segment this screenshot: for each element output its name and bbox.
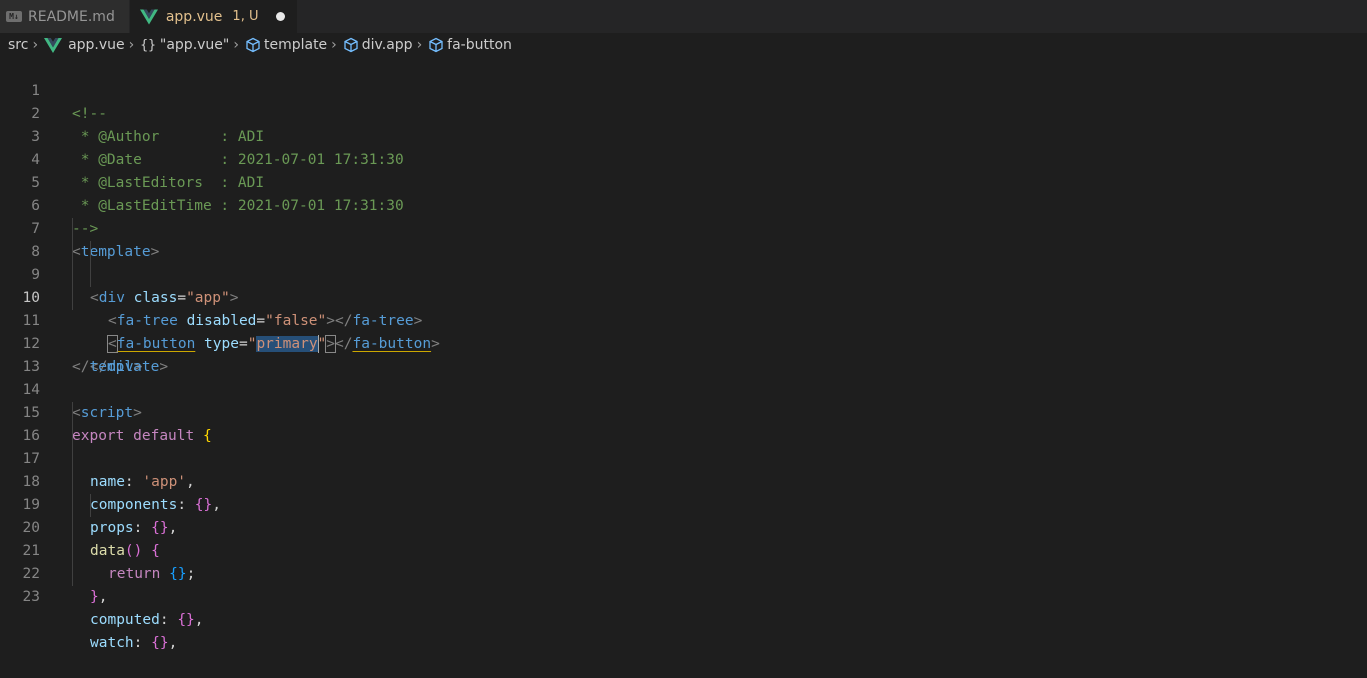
unsaved-dot-icon[interactable] [276, 12, 285, 21]
vue-icon [140, 9, 158, 25]
breadcrumb-item-module[interactable]: {} "app.vue" [140, 37, 229, 53]
tab-app-vue[interactable]: app.vue 1, U [130, 0, 299, 33]
brace-token: { [177, 612, 186, 628]
code-line[interactable]: 16 name: 'app', [0, 402, 1367, 425]
breadcrumb-label: div.app [362, 37, 413, 53]
code-line[interactable]: 23 watch: {}, [0, 563, 1367, 586]
breadcrumb-item-src[interactable]: src [8, 37, 28, 53]
property-token: watch [90, 635, 134, 651]
code-line[interactable]: 5 * @LastEditTime : 2021-07-01 17:31:30 [0, 149, 1367, 172]
breadcrumb-label: src [8, 37, 28, 53]
breadcrumb-label: fa-button [447, 37, 512, 53]
tab-label: README.md [28, 9, 115, 25]
breadcrumb-label: app.vue [68, 37, 125, 53]
code-line[interactable]: 17 components: {}, [0, 425, 1367, 448]
code-line[interactable]: 22 computed: {}, [0, 540, 1367, 563]
markdown-icon: M↓ [6, 11, 22, 22]
punctuation: : [134, 635, 143, 651]
cube-icon [428, 37, 444, 53]
code-line[interactable]: 12 </template> [0, 310, 1367, 333]
chevron-right-icon: › [331, 37, 337, 53]
punctuation: , [195, 612, 204, 628]
chevron-right-icon: › [129, 37, 135, 53]
breadcrumb-label: "app.vue" [160, 37, 229, 53]
code-line[interactable]: 20 return {}; [0, 494, 1367, 517]
chevron-right-icon: › [417, 37, 423, 53]
breadcrumb-item-file[interactable]: app.vue [44, 37, 125, 53]
tab-status: 1, U [232, 9, 258, 24]
breadcrumb-item-template[interactable]: template [245, 37, 327, 53]
vue-icon [44, 38, 62, 53]
braces-icon: {} [140, 38, 156, 53]
breadcrumb-label: template [264, 37, 327, 53]
code-line[interactable]: 13 [0, 333, 1367, 356]
editor-tab-bar: M↓ README.md app.vue 1, U [0, 0, 1367, 33]
code-line[interactable]: 18 props: {}, [0, 448, 1367, 471]
breadcrumb-item-fa-button[interactable]: fa-button [428, 37, 512, 53]
code-line[interactable]: 7 <template> [0, 195, 1367, 218]
brace-token: } [186, 612, 195, 628]
property-token: computed [90, 612, 160, 628]
code-line[interactable]: 1 <!-- [0, 57, 1367, 80]
code-line[interactable]: 6 --> [0, 172, 1367, 195]
code-line[interactable]: 19 data() { [0, 471, 1367, 494]
code-line[interactable]: 3 * @Date : 2021-07-01 17:31:30 [0, 103, 1367, 126]
cube-icon [245, 37, 261, 53]
brace-token: } [90, 589, 99, 605]
punctuation: , [169, 635, 178, 651]
code-editor[interactable]: 1 <!-- 2 * @Author : ADI 3 * @Date : 202… [0, 57, 1367, 589]
chevron-right-icon: › [233, 37, 239, 53]
code-line[interactable]: 14 <script> [0, 356, 1367, 379]
cube-icon [343, 37, 359, 53]
code-line[interactable]: 8 <div class="app"> [0, 218, 1367, 241]
code-line-current[interactable]: 10 <fa-button type="primary"></fa-button… [0, 264, 1367, 287]
punctuation: , [99, 589, 108, 605]
brace-token: { [151, 635, 160, 651]
brace-token: } [160, 635, 169, 651]
breadcrumb-item-div-app[interactable]: div.app [343, 37, 413, 53]
code-line[interactable]: 15 export default { [0, 379, 1367, 402]
tab-readme[interactable]: M↓ README.md [0, 0, 130, 33]
code-line[interactable]: 2 * @Author : ADI [0, 80, 1367, 103]
code-line[interactable]: 4 * @LastEditors : ADI [0, 126, 1367, 149]
code-line[interactable]: 9 <fa-tree disabled="false"></fa-tree> [0, 241, 1367, 264]
code-line[interactable]: 21 }, [0, 517, 1367, 540]
line-number: 23 [0, 586, 40, 609]
code-line[interactable]: 11 </div> [0, 287, 1367, 310]
chevron-right-icon: › [32, 37, 38, 53]
punctuation: : [160, 612, 169, 628]
tab-label: app.vue [166, 9, 223, 25]
breadcrumb: src › app.vue › {} "app.vue" › template … [0, 33, 1367, 57]
